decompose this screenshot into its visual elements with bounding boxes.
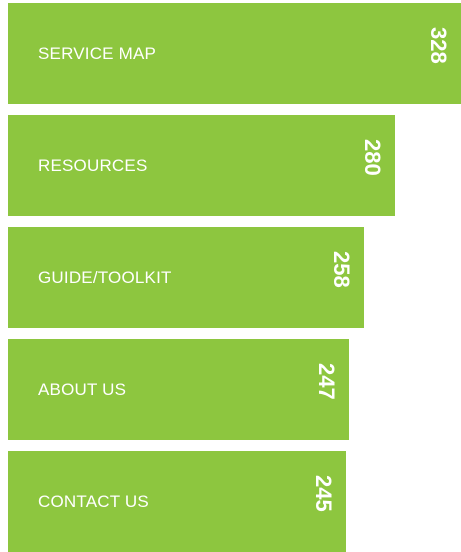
bar-about-us: ABOUT US 247 [8, 339, 349, 440]
bar-category-label: SERVICE MAP [38, 43, 157, 63]
bar-guide-toolkit: GUIDE/TOOLKIT 258 [8, 227, 364, 328]
bar-contact-us: CONTACT US 245 [8, 451, 346, 552]
bar-service-map: SERVICE MAP 328 [8, 3, 461, 104]
bar-category-label: CONTACT US [38, 491, 149, 511]
bar-chart: SERVICE MAP 328 RESOURCES 280 GUIDE/TOOLKIT 2… [0, 0, 461, 552]
bar-value-label: 245 [311, 475, 336, 512]
bar-category-label: ABOUT US [38, 379, 127, 399]
bar-category-label: RESOURCES [38, 155, 148, 175]
bar-value-label: 258 [329, 251, 354, 288]
bar-value-label: 280 [360, 139, 385, 176]
bar-value-label: 247 [314, 363, 339, 400]
bar-category-label: GUIDE/TOOLKIT [38, 267, 172, 287]
bar-resources: RESOURCES 280 [8, 115, 395, 216]
bar-value-label: 328 [426, 27, 451, 64]
